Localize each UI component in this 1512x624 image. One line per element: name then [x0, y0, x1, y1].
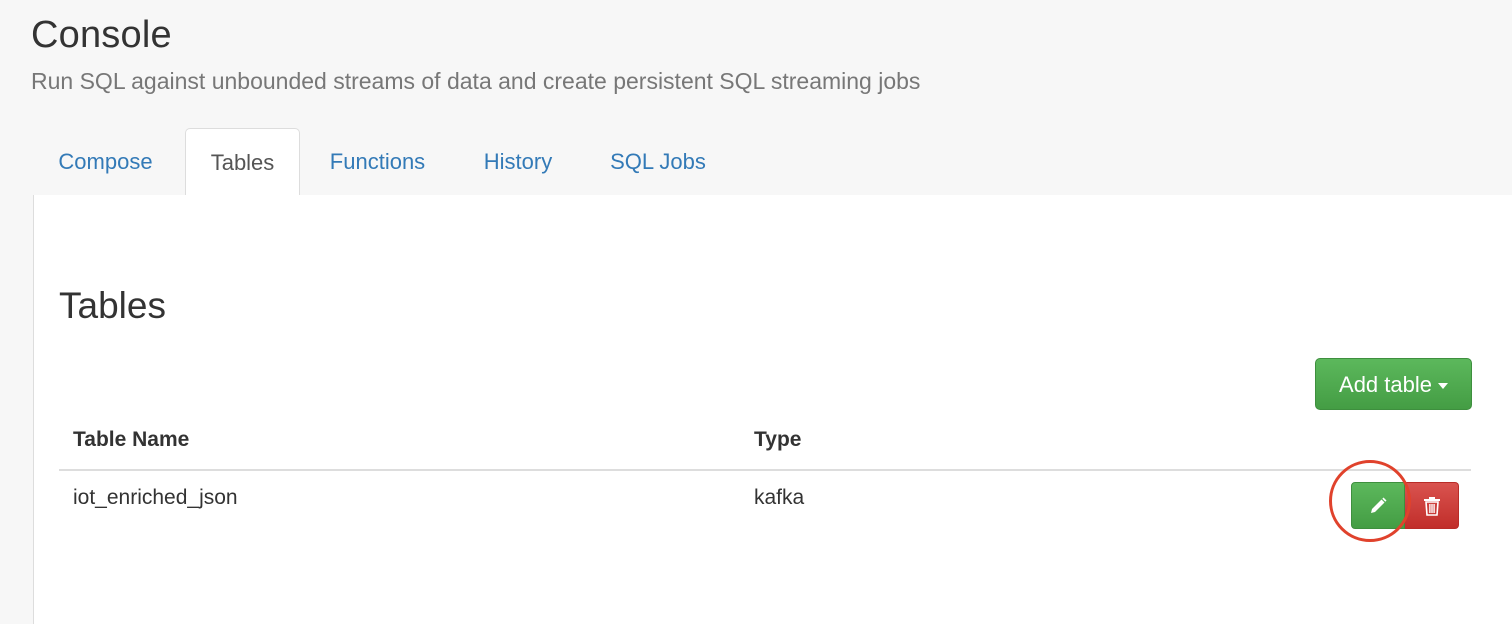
column-header-table-name: Table Name: [73, 428, 190, 451]
tab-bar: Compose Tables Functions History SQL Job…: [33, 128, 1512, 196]
row-actions: [1351, 482, 1459, 530]
tables-heading: Tables: [59, 285, 166, 326]
caret-down-icon: [1437, 383, 1448, 390]
column-header-type: Type: [754, 428, 802, 451]
table-row: iot_enriched_json kafka: [59, 469, 1471, 531]
tab-history[interactable]: History: [463, 128, 573, 194]
tab-functions[interactable]: Functions: [311, 128, 444, 194]
console-page: Console Run SQL against unbounded stream…: [0, 0, 1512, 624]
add-table-label: Add table: [1339, 372, 1432, 397]
trash-icon: [1423, 496, 1440, 516]
table-name-cell: iot_enriched_json: [73, 486, 238, 509]
table-header: Table Name Type: [59, 417, 1471, 471]
tab-tables[interactable]: Tables: [185, 128, 300, 196]
pencil-icon: [1371, 497, 1387, 513]
edit-table-button[interactable]: [1351, 482, 1405, 529]
add-table-button[interactable]: Add table: [1315, 358, 1472, 410]
tables-panel: Tables Add table Table Name Type iot_enr…: [33, 195, 1512, 624]
table-type-cell: kafka: [754, 486, 805, 509]
page-title: Console: [31, 14, 172, 56]
page-subtitle: Run SQL against unbounded streams of dat…: [31, 68, 921, 94]
tab-compose[interactable]: Compose: [33, 128, 178, 194]
tab-sql-jobs[interactable]: SQL Jobs: [589, 128, 727, 194]
delete-table-button[interactable]: [1405, 482, 1459, 529]
